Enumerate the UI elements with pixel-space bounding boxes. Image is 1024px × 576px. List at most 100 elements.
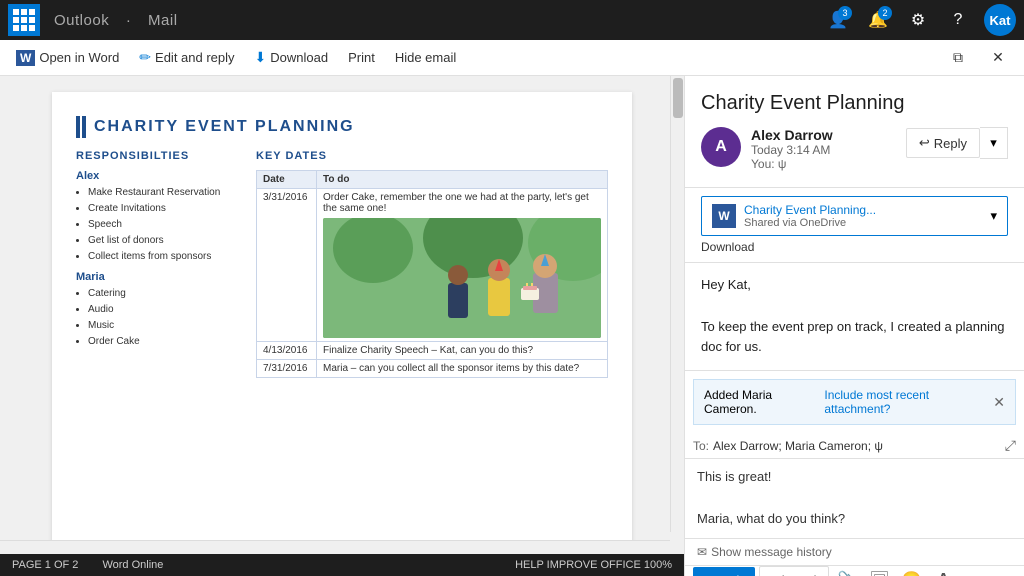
word-doc-icon: W (712, 204, 736, 228)
close-button[interactable]: ✕ (980, 40, 1016, 76)
title-accent (76, 116, 80, 138)
notifications-button[interactable]: 🔔 2 (860, 2, 896, 38)
hide-email-button[interactable]: Hide email (387, 46, 464, 69)
reply-notification: Added Maria Cameron. Include most recent… (693, 379, 1016, 425)
main-area: CHARITY EVENT PLANNING RESPONSIBILTIES A… (0, 76, 1024, 576)
cell-todo: Finalize Charity Speech – Kat, can you d… (317, 342, 608, 360)
attach-button[interactable]: 📎 (833, 566, 861, 576)
more-options-button[interactable]: ▾ (988, 566, 1016, 576)
party-image (323, 218, 601, 338)
attachment-area: W Charity Event Planning... Shared via O… (685, 188, 1024, 263)
horizontal-scrollbar[interactable] (0, 540, 670, 554)
scrollbar-thumb[interactable] (673, 78, 683, 118)
expand-button[interactable]: ⤢ (1005, 437, 1016, 454)
discard-button[interactable]: Discard (759, 566, 829, 576)
help-icon: ? (954, 11, 963, 29)
avatar[interactable]: Kat (984, 4, 1016, 36)
app-label: Word Online (102, 559, 163, 571)
toolbar: W Open in Word ✏ Edit and reply ⬇ Downlo… (0, 40, 1024, 76)
maria-heading: Maria (76, 271, 236, 283)
print-button[interactable]: Print (340, 46, 383, 69)
waffle-button[interactable] (8, 4, 40, 36)
cell-date: 4/13/2016 (257, 342, 317, 360)
notification-link[interactable]: Include most recent attachment? (824, 388, 993, 416)
toolbar-right: ⧉ ✕ (940, 40, 1016, 76)
waffle-icon (13, 9, 35, 31)
emoji-button[interactable]: 😊 (897, 566, 925, 576)
compose-area[interactable]: This is great! Maria, what do you think? (685, 459, 1024, 537)
attachment-sub: Shared via OneDrive (744, 217, 982, 229)
key-dates-col: KEY DATES Date To do 3/31/2016 (256, 150, 608, 378)
alex-heading: Alex (76, 170, 236, 182)
list-item: Order Cake (88, 334, 236, 350)
close-icon: ✕ (992, 49, 1004, 66)
document-scroll[interactable]: CHARITY EVENT PLANNING RESPONSIBILTIES A… (0, 76, 684, 554)
body-text: To keep the event prep on track, I creat… (701, 317, 1008, 359)
sender-time: Today 3:14 AM (751, 143, 896, 157)
reply-icon: ↩ (919, 135, 930, 151)
cell-date: 3/31/2016 (257, 189, 317, 342)
edit-and-reply-button[interactable]: ✏ Edit and reply (131, 45, 242, 70)
key-dates-heading: KEY DATES (256, 150, 608, 162)
mail-icon: ✉ (697, 545, 707, 559)
maria-list: Catering Audio Music Order Cake (76, 286, 236, 350)
restore-button[interactable]: ⧉ (940, 40, 976, 76)
reply-dropdown-button[interactable]: ▾ (980, 127, 1008, 159)
table-row: 7/31/2016 Maria – can you collect all th… (257, 360, 608, 378)
download-link[interactable]: Download (701, 240, 1008, 254)
title-bar: Outlook · Mail 👤 3 🔔 2 ⚙ ? Kat (0, 0, 1024, 40)
col-todo: To do (317, 171, 608, 189)
to-label: To: (693, 439, 709, 453)
sender-you: You: ψ (751, 157, 896, 171)
compose-line2 (697, 488, 1012, 509)
title-accent2 (82, 116, 86, 138)
settings-button[interactable]: ⚙ (900, 2, 936, 38)
reply-group: ↩ Reply ▾ (906, 127, 1008, 159)
vertical-scrollbar[interactable] (670, 76, 684, 532)
attachment-expand-icon: ▾ (990, 208, 997, 224)
app-name: Outlook · Mail (48, 12, 184, 29)
doc-columns: RESPONSIBILTIES Alex Make Restaurant Res… (76, 150, 608, 378)
notifications-badge: 2 (878, 6, 892, 20)
list-item: Get list of donors (88, 233, 236, 249)
dates-table: Date To do 3/31/2016 Order Cake, remembe… (256, 170, 608, 378)
download-icon: ⬇ (255, 49, 267, 66)
email-title: Charity Event Planning (701, 92, 1008, 115)
edit-icon: ✏ (139, 49, 151, 66)
contacts-badge: 3 (838, 6, 852, 20)
image-icon: 🖼 (869, 570, 889, 576)
cell-todo: Maria – can you collect all the sponsor … (317, 360, 608, 378)
word-icon: W (16, 50, 35, 66)
font-icon: A (938, 571, 950, 576)
alex-list: Make Restaurant Reservation Create Invit… (76, 185, 236, 265)
gear-icon: ⚙ (911, 10, 925, 30)
attachment-card[interactable]: W Charity Event Planning... Shared via O… (701, 196, 1008, 236)
col-date: Date (257, 171, 317, 189)
reply-button[interactable]: ↩ Reply (906, 128, 980, 158)
reply-area: Added Maria Cameron. Include most recent… (685, 371, 1024, 576)
reply-to-row: To: Alex Darrow; Maria Cameron; ψ ⤢ (685, 433, 1024, 459)
compose-line1: This is great! (697, 467, 1012, 488)
sender-row: A Alex Darrow Today 3:14 AM You: ψ ↩ Rep… (701, 127, 1008, 171)
help-button[interactable]: ? (940, 2, 976, 38)
restore-icon: ⧉ (953, 49, 963, 66)
open-in-word-button[interactable]: W Open in Word (8, 46, 127, 70)
document-footer: PAGE 1 OF 2 Word Online HELP IMPROVE OFF… (0, 554, 684, 576)
font-button[interactable]: A (929, 566, 957, 576)
compose-line3: Maria, what do you think? (697, 509, 1012, 530)
download-button[interactable]: ⬇ Download (247, 45, 337, 70)
sender-avatar: A (701, 127, 741, 167)
image-button[interactable]: 🖼 (865, 566, 893, 576)
show-history[interactable]: ✉ Show message history (685, 538, 1024, 565)
document-pane: CHARITY EVENT PLANNING RESPONSIBILTIES A… (0, 76, 684, 576)
contacts-button[interactable]: 👤 3 (820, 2, 856, 38)
party-svg (323, 218, 601, 338)
reply-toolbar: Send Discard 📎 🖼 😊 A ▾ (685, 565, 1024, 576)
attachment-info: Charity Event Planning... Shared via One… (744, 203, 982, 229)
responsibilities-heading: RESPONSIBILTIES (76, 150, 236, 162)
send-button[interactable]: Send (693, 567, 755, 576)
table-row: 4/13/2016 Finalize Charity Speech – Kat,… (257, 342, 608, 360)
notification-close[interactable]: ✕ (993, 394, 1005, 411)
table-row: 3/31/2016 Order Cake, remember the one w… (257, 189, 608, 342)
cell-date: 7/31/2016 (257, 360, 317, 378)
